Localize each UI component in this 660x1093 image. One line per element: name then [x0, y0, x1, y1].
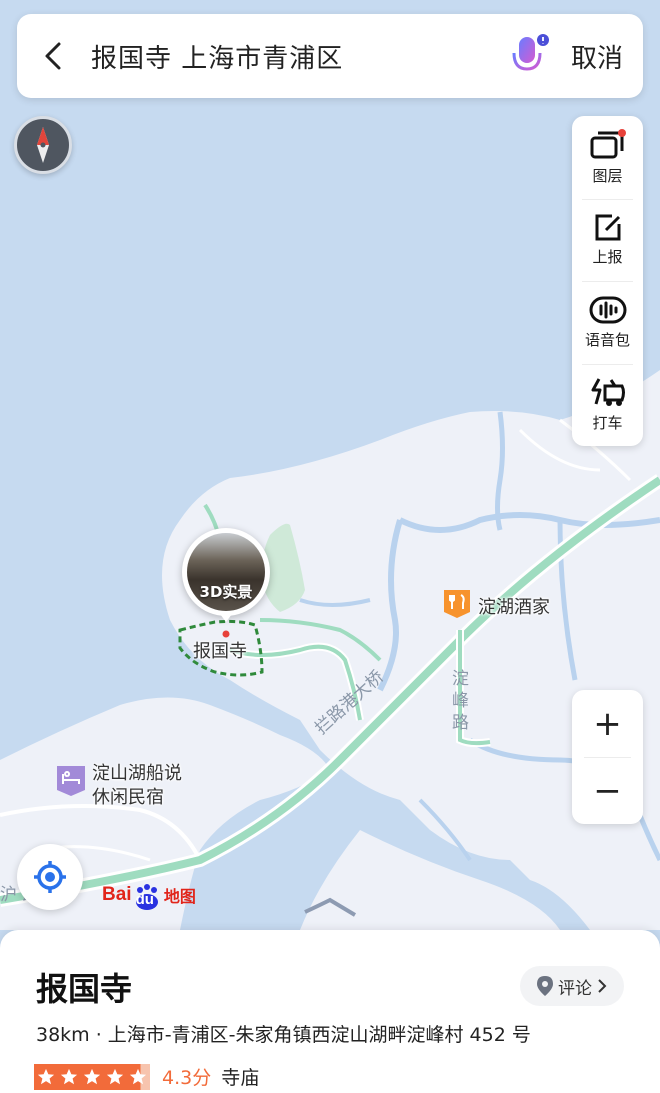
pano-label: 3D实景 [199, 583, 253, 601]
star-icon [57, 1063, 80, 1090]
tool-voice-pack-label: 语音包 [584, 330, 630, 349]
tool-layers-label: 图层 [592, 166, 623, 185]
zoom-controls: + − [572, 690, 643, 824]
search-bar: 报国寺 上海市青浦区 取消 [17, 14, 643, 98]
tool-taxi-label: 打车 [592, 414, 623, 433]
star-icon [103, 1063, 126, 1090]
compass-icon [37, 127, 49, 163]
temple-photo: 3D实景 [187, 533, 265, 611]
logo-part2: du [135, 890, 154, 908]
place-name: 报国寺 [36, 970, 133, 1008]
zoom-out-button[interactable]: − [572, 757, 643, 824]
microphone-icon [512, 34, 549, 76]
logo-part1: Bai [102, 884, 132, 905]
voice-search-button[interactable] [505, 14, 555, 98]
chevron-left-icon [45, 42, 61, 70]
tool-report-label: 上报 [592, 248, 623, 267]
tool-voice-pack[interactable]: 语音包 [572, 281, 643, 364]
location-target-icon [34, 861, 66, 893]
review-label: 评论 [558, 978, 592, 999]
review-button[interactable]: 评论 [520, 966, 624, 1006]
place-address: 38km · 上海市-青浦区-朱家角镇西淀山湖畔淀峰村 452 号 [36, 1024, 531, 1046]
poi-label[interactable]: 报国寺 [193, 637, 247, 663]
tool-taxi[interactable]: 打车 [572, 363, 643, 447]
chevron-right-icon [598, 979, 607, 993]
logo-part3: 地图 [163, 889, 196, 906]
rating-score: 4.3分 [162, 1067, 212, 1089]
star-rating [34, 1063, 150, 1090]
zoom-in-button[interactable]: + [572, 690, 643, 757]
rating-row: 4.3分 寺庙 [34, 1063, 259, 1090]
map-tools-panel: 图层 上报 语音包 打车 [572, 116, 643, 446]
restaurant-label[interactable]: 淀湖酒家 [478, 593, 550, 619]
voice-pack-icon [589, 296, 626, 324]
report-icon [595, 214, 620, 241]
star-half-icon [126, 1063, 150, 1090]
hotel-label-line1: 淀山湖船说 [92, 763, 182, 784]
place-category: 寺庙 [221, 1067, 260, 1089]
baidu-map-logo: Bai du 地图 [102, 879, 196, 911]
taxi-icon [591, 378, 625, 407]
tool-report[interactable]: 上报 [572, 198, 643, 282]
road-label: 淀峰路 [452, 669, 469, 733]
layers-icon [590, 128, 626, 159]
star-icon [34, 1063, 57, 1090]
hotel-icon[interactable] [55, 764, 87, 798]
locate-me-button[interactable] [17, 844, 83, 910]
back-button[interactable] [17, 14, 91, 98]
tool-layers[interactable]: 图层 [572, 116, 643, 199]
location-pin-icon [537, 976, 553, 996]
restaurant-icon[interactable] [441, 587, 473, 619]
hotel-label[interactable]: 淀山湖船说 休闲民宿 [92, 762, 182, 810]
hotel-label-line2: 休闲民宿 [92, 787, 164, 808]
cancel-button[interactable]: 取消 [555, 38, 639, 75]
star-icon [80, 1063, 103, 1090]
place-detail-sheet[interactable]: 报国寺 评论 38km · 上海市-青浦区-朱家角镇西淀山湖畔淀峰村 452 号… [0, 930, 660, 1093]
search-query[interactable]: 报国寺 上海市青浦区 [91, 38, 505, 75]
compass-button[interactable] [14, 116, 72, 174]
pano-thumbnail[interactable]: 3D实景 [182, 528, 270, 622]
